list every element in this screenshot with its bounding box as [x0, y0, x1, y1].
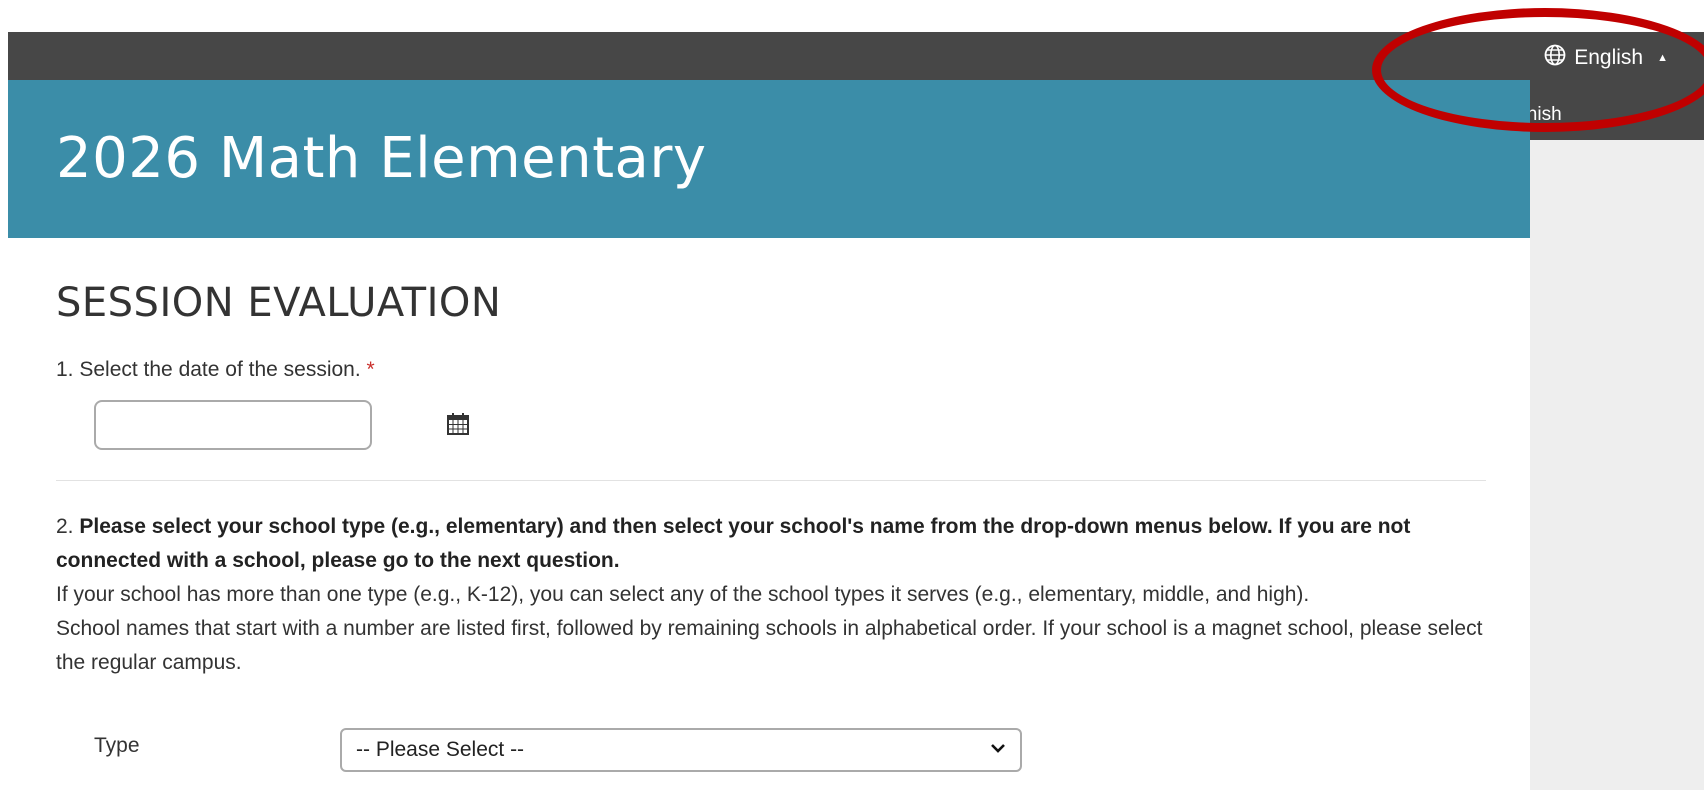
- chevron-down-icon: [990, 738, 1006, 762]
- school-type-select-value: -- Please Select --: [356, 738, 525, 761]
- language-current-label: English: [1574, 46, 1644, 69]
- required-marker: *: [366, 358, 375, 381]
- type-label: Type: [94, 734, 140, 757]
- question-2-note-1: If your school has more than one type (e…: [56, 583, 1310, 606]
- question-2-note-2: School names that start with a number ar…: [56, 617, 1483, 674]
- caret-up-icon: ▲: [1657, 52, 1668, 64]
- right-gutter: [1530, 140, 1704, 790]
- language-selector[interactable]: English ▲: [1544, 44, 1668, 72]
- question-2: 2. Please select your school type (e.g.,…: [56, 510, 1486, 680]
- divider: [56, 480, 1486, 481]
- page-title: 2026 Math Elementary: [56, 126, 707, 191]
- top-bar: English ▲: [8, 32, 1704, 80]
- question-2-prompt: 2. Please select your school type (e.g.,…: [56, 510, 1486, 578]
- question-2-bold-text: Please select your school type (e.g., el…: [56, 515, 1411, 572]
- question-2-number: 2.: [56, 515, 74, 538]
- school-type-select[interactable]: -- Please Select --: [340, 728, 1022, 772]
- header-banner: 2026 Math Elementary: [8, 80, 1530, 238]
- session-date-input[interactable]: [94, 400, 372, 450]
- question-1-label: 1. Select the date of the session. *: [56, 358, 375, 382]
- globe-icon: [1544, 44, 1566, 72]
- section-heading: SESSION EVALUATION: [56, 280, 502, 326]
- calendar-icon[interactable]: [446, 412, 470, 436]
- question-1-text: 1. Select the date of the session.: [56, 358, 361, 381]
